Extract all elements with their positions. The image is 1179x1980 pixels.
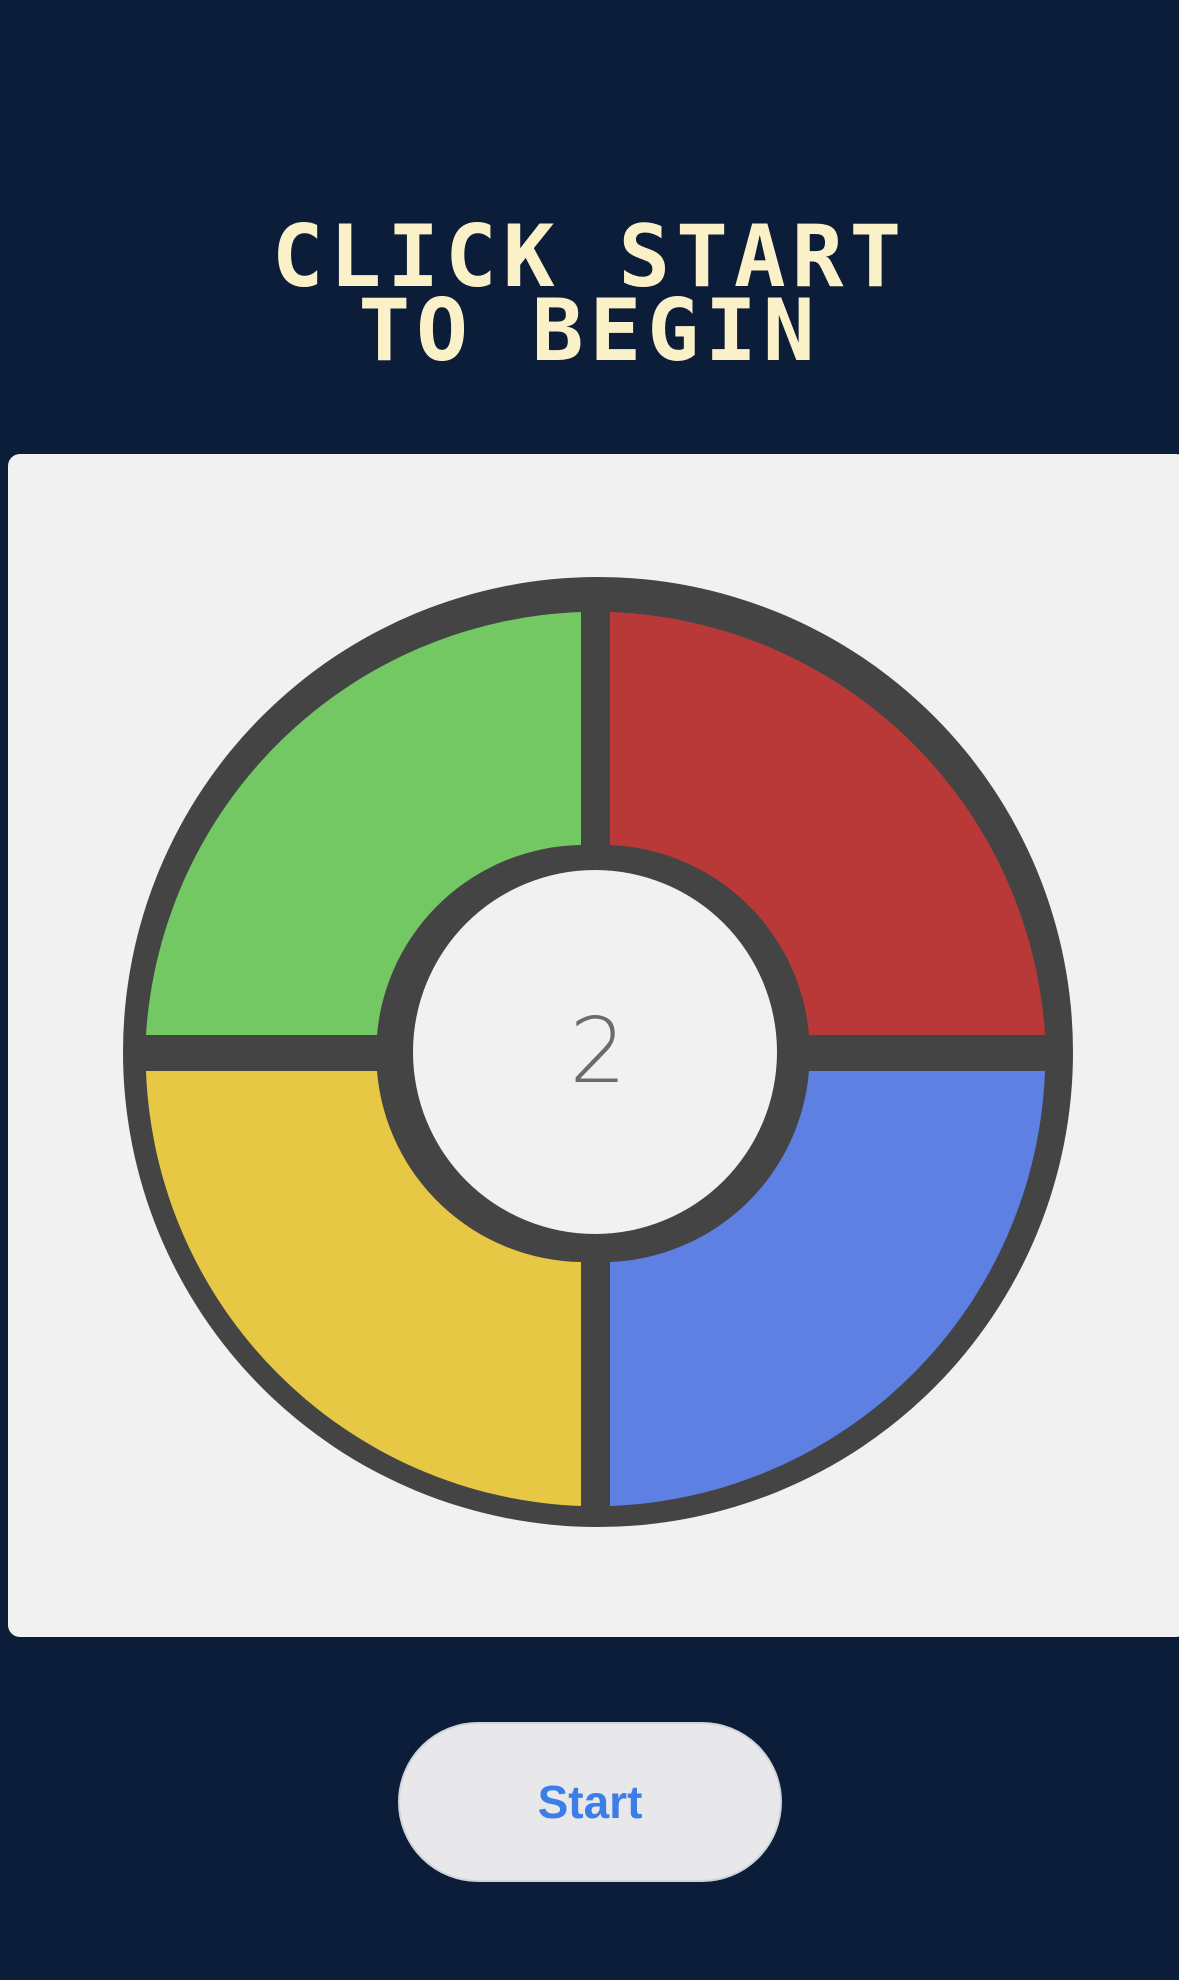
- start-button-label: Start: [537, 1776, 643, 1828]
- page-title: CLICK START TO BEGIN: [0, 214, 1179, 381]
- game-board: 2: [8, 454, 1179, 1637]
- title-line-2: TO BEGIN: [358, 281, 821, 381]
- simon-wheel: 2: [123, 577, 1073, 1527]
- start-button[interactable]: Start: [398, 1722, 782, 1882]
- level-counter: 2: [569, 999, 626, 1104]
